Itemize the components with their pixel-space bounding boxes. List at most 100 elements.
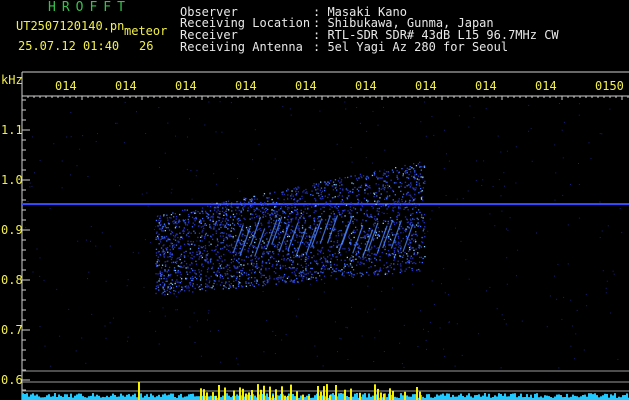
echo-dot [196,278,198,280]
noise-dot [275,335,277,336]
echo-dot [288,253,290,255]
noise-dot [334,321,336,323]
echo-dot [268,259,270,261]
echo-dot [175,225,177,228]
echo-dot [337,233,339,235]
echo-dot [232,247,234,249]
echo-dot [305,259,308,261]
noise-dot [27,201,29,202]
noise-dot [50,365,52,367]
noise-dot [555,172,557,174]
echo-dot [212,228,215,230]
echo-dot [293,267,295,269]
echo-dot [222,207,224,209]
echo-dot [209,219,211,221]
echo-dot [157,273,159,275]
echo-dot [252,245,254,247]
echo-dot [290,220,293,222]
noise-dot [36,248,38,250]
noise-dot [277,214,279,216]
echo-dot [221,232,223,234]
activity-peak [215,395,217,400]
echo-dot [293,254,295,256]
echo-dot [301,227,304,229]
echo-dot [397,202,399,204]
echo-dot [208,244,210,247]
echo-dot [207,234,209,237]
echo-dot [236,259,238,261]
echo-dot [362,236,364,239]
echo-dot [161,230,163,232]
noise-dot [193,312,195,314]
echo-dot [419,211,421,214]
echo-dot [215,274,217,276]
echo-dot [323,275,326,277]
noise-dot [70,174,71,176]
echo-dot [209,210,212,212]
echo-dot [328,223,330,226]
echo-dot [195,216,197,219]
echo-dot [275,214,277,217]
echo-dot [255,213,257,215]
echo-dot [159,241,162,243]
echo-dot [396,176,398,178]
noise-dot [449,321,450,323]
noise-dot [141,193,143,195]
echo-dot [174,290,177,292]
echo-dot [353,244,356,246]
activity-bar [572,394,574,400]
echo-dot [399,255,401,257]
echo-dot [377,227,379,229]
echo-dot [204,234,207,236]
echo-dot [312,276,314,279]
echo-dot [388,234,391,236]
echo-dot [188,290,190,292]
echo-dot [418,192,420,194]
noise-dot [476,160,478,162]
echo-dot [245,227,248,229]
echo-dot [347,221,349,223]
echo-dot [250,236,252,238]
echo-dot [334,187,337,189]
echo-dot [400,263,402,265]
echo-dot [208,285,210,287]
noise-dot [374,337,376,339]
echo-dot [289,280,291,283]
echo-dot [226,264,228,266]
echo-dot [255,282,258,284]
echo-dot [388,205,390,208]
noise-dot [578,184,580,185]
echo-dot [228,236,230,238]
noise-dot [351,306,352,308]
echo-dot [305,269,307,272]
echo-dot [356,253,358,255]
noise-dot [176,309,178,311]
echo-dot [391,232,393,234]
noise-dot [317,221,319,222]
echo-dot [174,269,177,272]
echo-dot [166,271,168,273]
echo-dot [300,215,302,217]
echo-dot [166,217,169,219]
echo-dot [221,220,224,222]
echo-dot [282,255,284,257]
activity-spike [138,382,140,400]
echo-dot [376,218,378,220]
echo-dot [184,209,186,211]
echo-dot [198,256,201,258]
echo-dot [415,181,418,183]
echo-dot [419,256,421,258]
echo-dot [271,209,273,211]
echo-dot [378,235,381,237]
echo-dot [272,201,274,204]
echo-dot [392,189,394,192]
echo-dot [258,270,261,272]
echo-dot [423,246,426,248]
echo-dot [185,285,187,287]
echo-dot [178,285,180,287]
echo-dot [178,241,180,243]
echo-dot [156,262,158,265]
echo-dot [240,211,243,213]
echo-dot [287,204,289,206]
noise-dot [304,258,306,260]
